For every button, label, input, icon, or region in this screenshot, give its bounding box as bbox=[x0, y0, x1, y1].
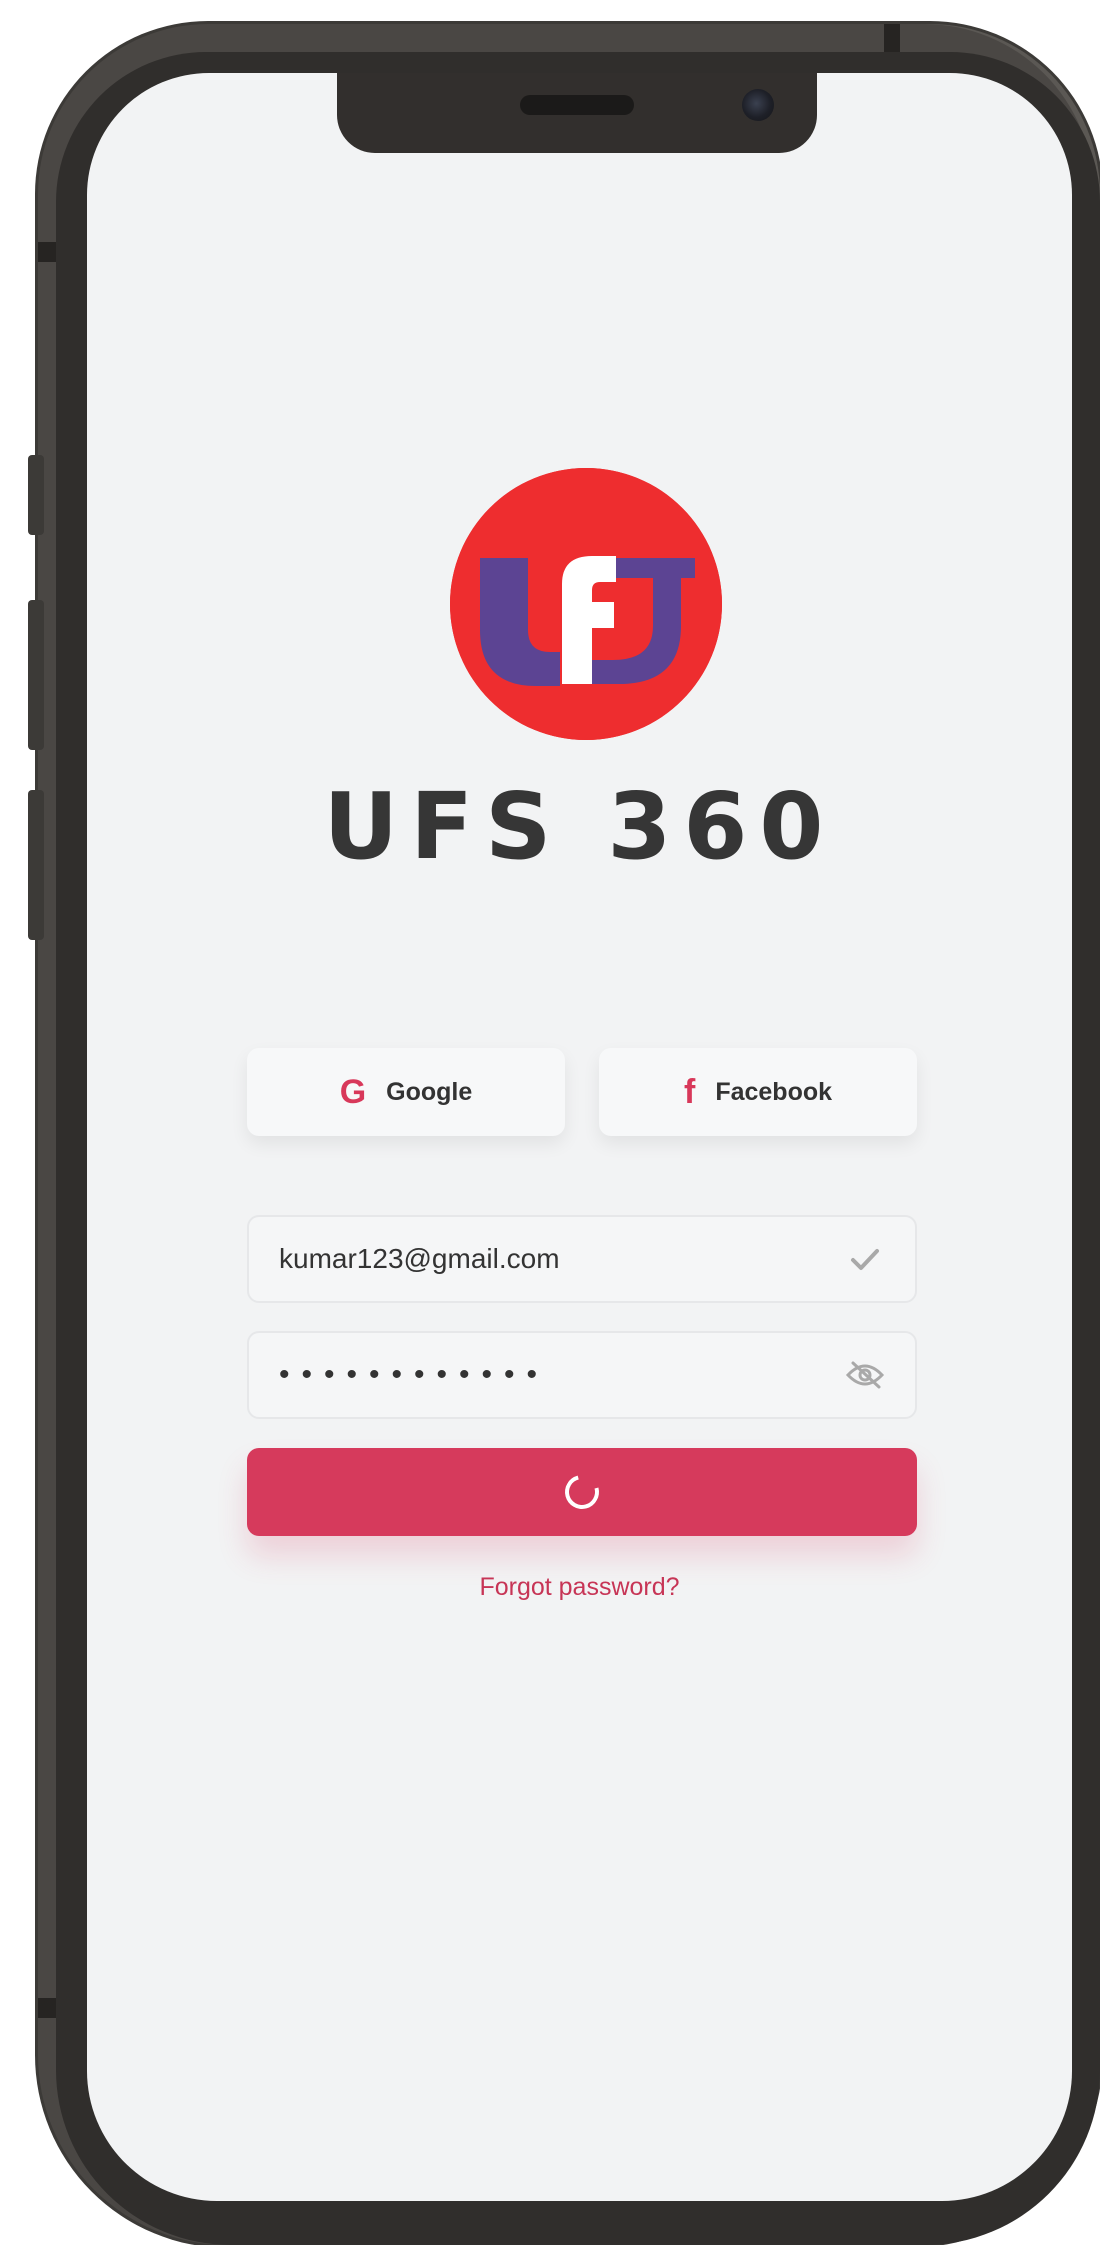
email-value[interactable]: kumar123@gmail.com bbox=[279, 1243, 845, 1275]
side-button bbox=[28, 600, 44, 750]
password-value[interactable]: •••••••••••• bbox=[279, 1358, 845, 1392]
google-button-label: Google bbox=[386, 1077, 473, 1106]
checkmark-icon bbox=[845, 1239, 885, 1279]
google-login-button[interactable]: G Google bbox=[247, 1048, 565, 1136]
notch bbox=[337, 73, 817, 153]
forgot-password-link[interactable]: Forgot password? bbox=[87, 1573, 1072, 1602]
speaker-grille bbox=[520, 95, 634, 115]
side-button bbox=[28, 455, 44, 535]
app-logo bbox=[450, 468, 722, 740]
frame-antenna-line bbox=[884, 24, 900, 54]
login-submit-button[interactable] bbox=[247, 1448, 917, 1536]
phone-screen: UFS 360 G Google f Facebook kumar123@gma… bbox=[87, 73, 1072, 2201]
email-field[interactable]: kumar123@gmail.com bbox=[247, 1215, 917, 1303]
password-field[interactable]: •••••••••••• bbox=[247, 1331, 917, 1419]
facebook-button-label: Facebook bbox=[715, 1077, 833, 1106]
eye-off-icon[interactable] bbox=[845, 1355, 885, 1395]
google-icon: G bbox=[339, 1072, 367, 1111]
app-title: UFS 360 bbox=[323, 773, 836, 880]
front-camera-icon bbox=[742, 89, 774, 121]
ufs-logo-icon bbox=[450, 468, 722, 740]
loading-spinner-icon bbox=[558, 1468, 606, 1516]
side-button bbox=[28, 790, 44, 940]
facebook-icon: f bbox=[683, 1072, 696, 1111]
facebook-login-button[interactable]: f Facebook bbox=[599, 1048, 917, 1136]
